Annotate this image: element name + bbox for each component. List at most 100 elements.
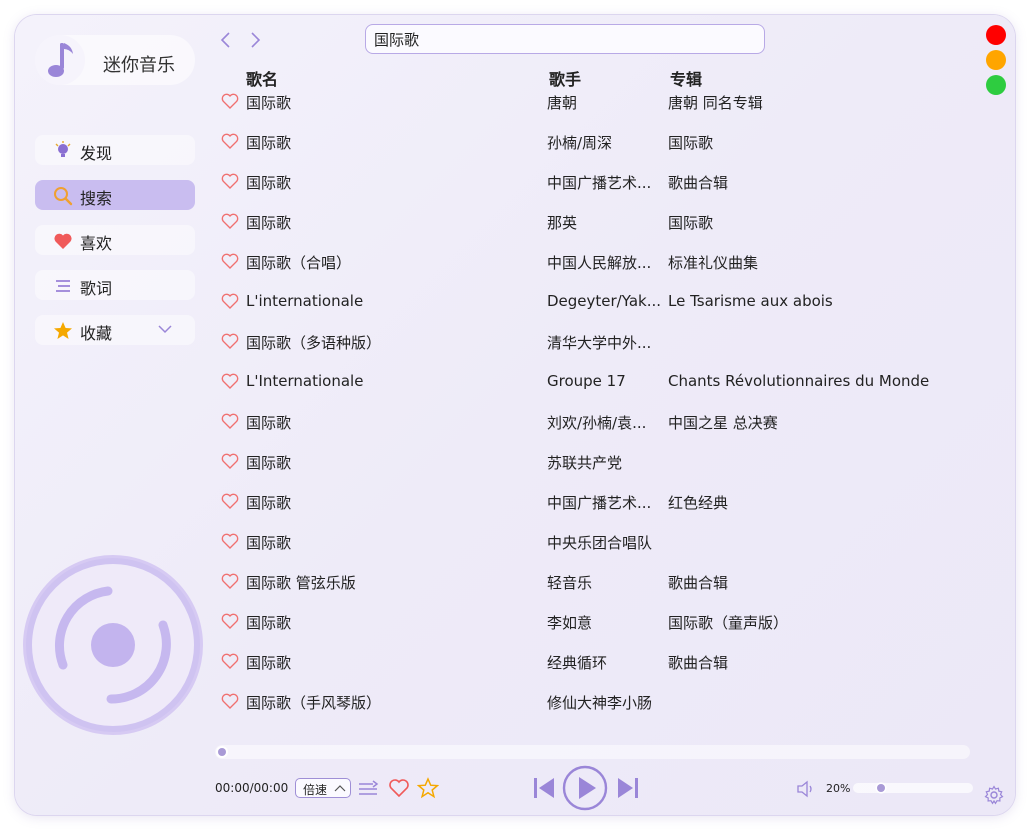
forward-arrow-icon[interactable] — [246, 31, 264, 49]
song-artist: 经典循环 — [547, 654, 608, 672]
music-note-icon — [48, 43, 73, 77]
back-arrow-icon[interactable] — [217, 31, 235, 49]
song-artist: 中国广播艺术... — [547, 494, 652, 512]
heart-outline-icon[interactable] — [221, 132, 239, 150]
heart-outline-icon[interactable] — [221, 332, 239, 350]
collect-star-icon[interactable] — [417, 777, 439, 799]
table-row[interactable]: 国际歌 中国广播艺术... 红色经典 — [215, 490, 975, 530]
table-row[interactable]: 国际歌 孙楠/周深 国际歌 — [215, 130, 975, 170]
chevron-up-icon — [334, 785, 346, 792]
heart-outline-icon[interactable] — [221, 212, 239, 230]
bulb-icon — [55, 141, 71, 157]
speed-select[interactable]: 倍速 — [295, 778, 351, 798]
table-row[interactable]: 国际歌 李如意 国际歌（童声版） — [215, 610, 975, 650]
table-row[interactable]: 国际歌 刘欢/孙楠/袁... 中国之星 总决赛 — [215, 410, 975, 450]
column-header-name: 歌名 — [246, 70, 279, 89]
heart-outline-icon[interactable] — [221, 372, 239, 390]
song-artist: 中央乐团合唱队 — [547, 534, 653, 552]
table-row[interactable]: 国际歌 唐朝 唐朝 同名专辑 — [215, 90, 975, 130]
song-artist: 修仙大神李小肠 — [547, 694, 653, 712]
speed-label: 倍速 — [303, 783, 328, 797]
sidebar-item-favorites[interactable]: 喜欢 — [35, 225, 195, 255]
song-name: 国际歌（多语种版） — [246, 334, 382, 352]
sidebar-item-lyrics[interactable]: 歌词 — [35, 270, 195, 300]
heart-outline-icon[interactable] — [221, 452, 239, 470]
time-display: 00:00/00:00 — [215, 781, 289, 795]
like-heart-icon[interactable] — [388, 777, 410, 799]
heart-outline-icon[interactable] — [221, 172, 239, 190]
song-album: 标准礼仪曲集 — [668, 254, 759, 272]
table-row[interactable]: 国际歌 中国广播艺术... 歌曲合辑 — [215, 170, 975, 210]
song-name: 国际歌 — [246, 94, 292, 112]
maximize-button[interactable] — [986, 75, 1006, 95]
table-row[interactable]: 国际歌 管弦乐版 轻音乐 歌曲合辑 — [215, 570, 975, 610]
song-name: L'internationale — [246, 292, 364, 310]
song-artist: 苏联共产党 — [547, 454, 623, 472]
heart-outline-icon[interactable] — [221, 532, 239, 550]
settings-gear-icon[interactable] — [984, 785, 1004, 805]
song-album: Le Tsarisme aux abois — [668, 292, 833, 310]
song-artist: 那英 — [547, 214, 578, 232]
album-disc — [23, 555, 203, 735]
song-name: 国际歌（手风琴版） — [246, 694, 382, 712]
song-name: 国际歌（合唱） — [246, 254, 352, 272]
song-artist: 唐朝 — [547, 94, 578, 112]
heart-outline-icon[interactable] — [221, 572, 239, 590]
sidebar-item-collection[interactable]: 收藏 — [35, 315, 195, 345]
song-name: 国际歌 — [246, 494, 292, 512]
heart-outline-icon[interactable] — [221, 252, 239, 270]
song-album: 国际歌 — [668, 134, 714, 152]
heart-icon — [54, 233, 72, 249]
heart-outline-icon[interactable] — [221, 492, 239, 510]
volume-level: 20% — [826, 782, 851, 795]
sidebar-item-label: 搜索 — [80, 189, 113, 208]
heart-outline-icon[interactable] — [221, 412, 239, 430]
heart-outline-icon[interactable] — [221, 292, 239, 310]
vinyl-disc-icon — [26, 558, 200, 732]
heart-outline-icon[interactable] — [221, 612, 239, 630]
play-button[interactable] — [562, 765, 608, 811]
volume-knob[interactable] — [877, 784, 885, 792]
song-album: 国际歌（童声版） — [668, 614, 789, 632]
table-row[interactable]: L'internationale Degeyter/Yak... Le Tsaris… — [215, 290, 975, 330]
column-header-artist: 歌手 — [549, 70, 582, 89]
song-album: 歌曲合辑 — [668, 574, 729, 592]
progress-knob[interactable] — [218, 748, 226, 756]
song-name: 国际歌 — [246, 134, 292, 152]
song-artist: 轻音乐 — [547, 574, 593, 592]
next-track-icon[interactable] — [615, 775, 641, 801]
chevron-down-icon[interactable] — [157, 323, 173, 335]
song-name: 国际歌 — [246, 414, 292, 432]
table-row[interactable]: 国际歌（多语种版） 清华大学中外... — [215, 330, 975, 370]
close-button[interactable] — [986, 25, 1006, 45]
heart-outline-icon[interactable] — [221, 652, 239, 670]
column-header-album: 专辑 — [670, 70, 703, 89]
sidebar-item-label: 收藏 — [80, 324, 113, 343]
table-row[interactable]: 国际歌 苏联共产党 — [215, 450, 975, 490]
table-row[interactable]: 国际歌 中央乐团合唱队 — [215, 530, 975, 570]
song-album: 国际歌 — [668, 214, 714, 232]
search-input[interactable] — [365, 24, 765, 54]
table-row[interactable]: 国际歌 经典循环 歌曲合辑 — [215, 650, 975, 690]
heart-outline-icon[interactable] — [221, 692, 239, 710]
previous-track-icon[interactable] — [531, 775, 557, 801]
sidebar-item-search[interactable]: 搜索 — [35, 180, 195, 210]
song-name: 国际歌 — [246, 614, 292, 632]
table-row[interactable]: 国际歌（手风琴版） 修仙大神李小肠 — [215, 690, 975, 730]
app-title: 迷你音乐 — [103, 55, 175, 76]
volume-icon[interactable] — [796, 780, 816, 798]
volume-slider[interactable] — [853, 783, 973, 793]
song-artist: 刘欢/孙楠/袁... — [547, 414, 647, 432]
heart-outline-icon[interactable] — [221, 92, 239, 110]
table-row[interactable]: L'Internationale Groupe 17 Chants Révoluti… — [215, 370, 975, 410]
playlist-order-icon[interactable] — [358, 779, 380, 799]
sidebar-item-discover[interactable]: 发现 — [35, 135, 195, 165]
minimize-button[interactable] — [986, 50, 1006, 70]
song-album: 歌曲合辑 — [668, 654, 729, 672]
table-row[interactable]: 国际歌（合唱） 中国人民解放... 标准礼仪曲集 — [215, 250, 975, 290]
progress-bar[interactable] — [215, 745, 970, 759]
star-icon — [54, 322, 72, 339]
app-window: 迷你音乐 发现 搜索 喜欢 歌词 收藏 国际歌 歌名 歌手 专辑 国际歌 唐朝 … — [15, 15, 1015, 815]
table-row[interactable]: 国际歌 那英 国际歌 — [215, 210, 975, 250]
song-name: 国际歌 — [246, 174, 292, 192]
